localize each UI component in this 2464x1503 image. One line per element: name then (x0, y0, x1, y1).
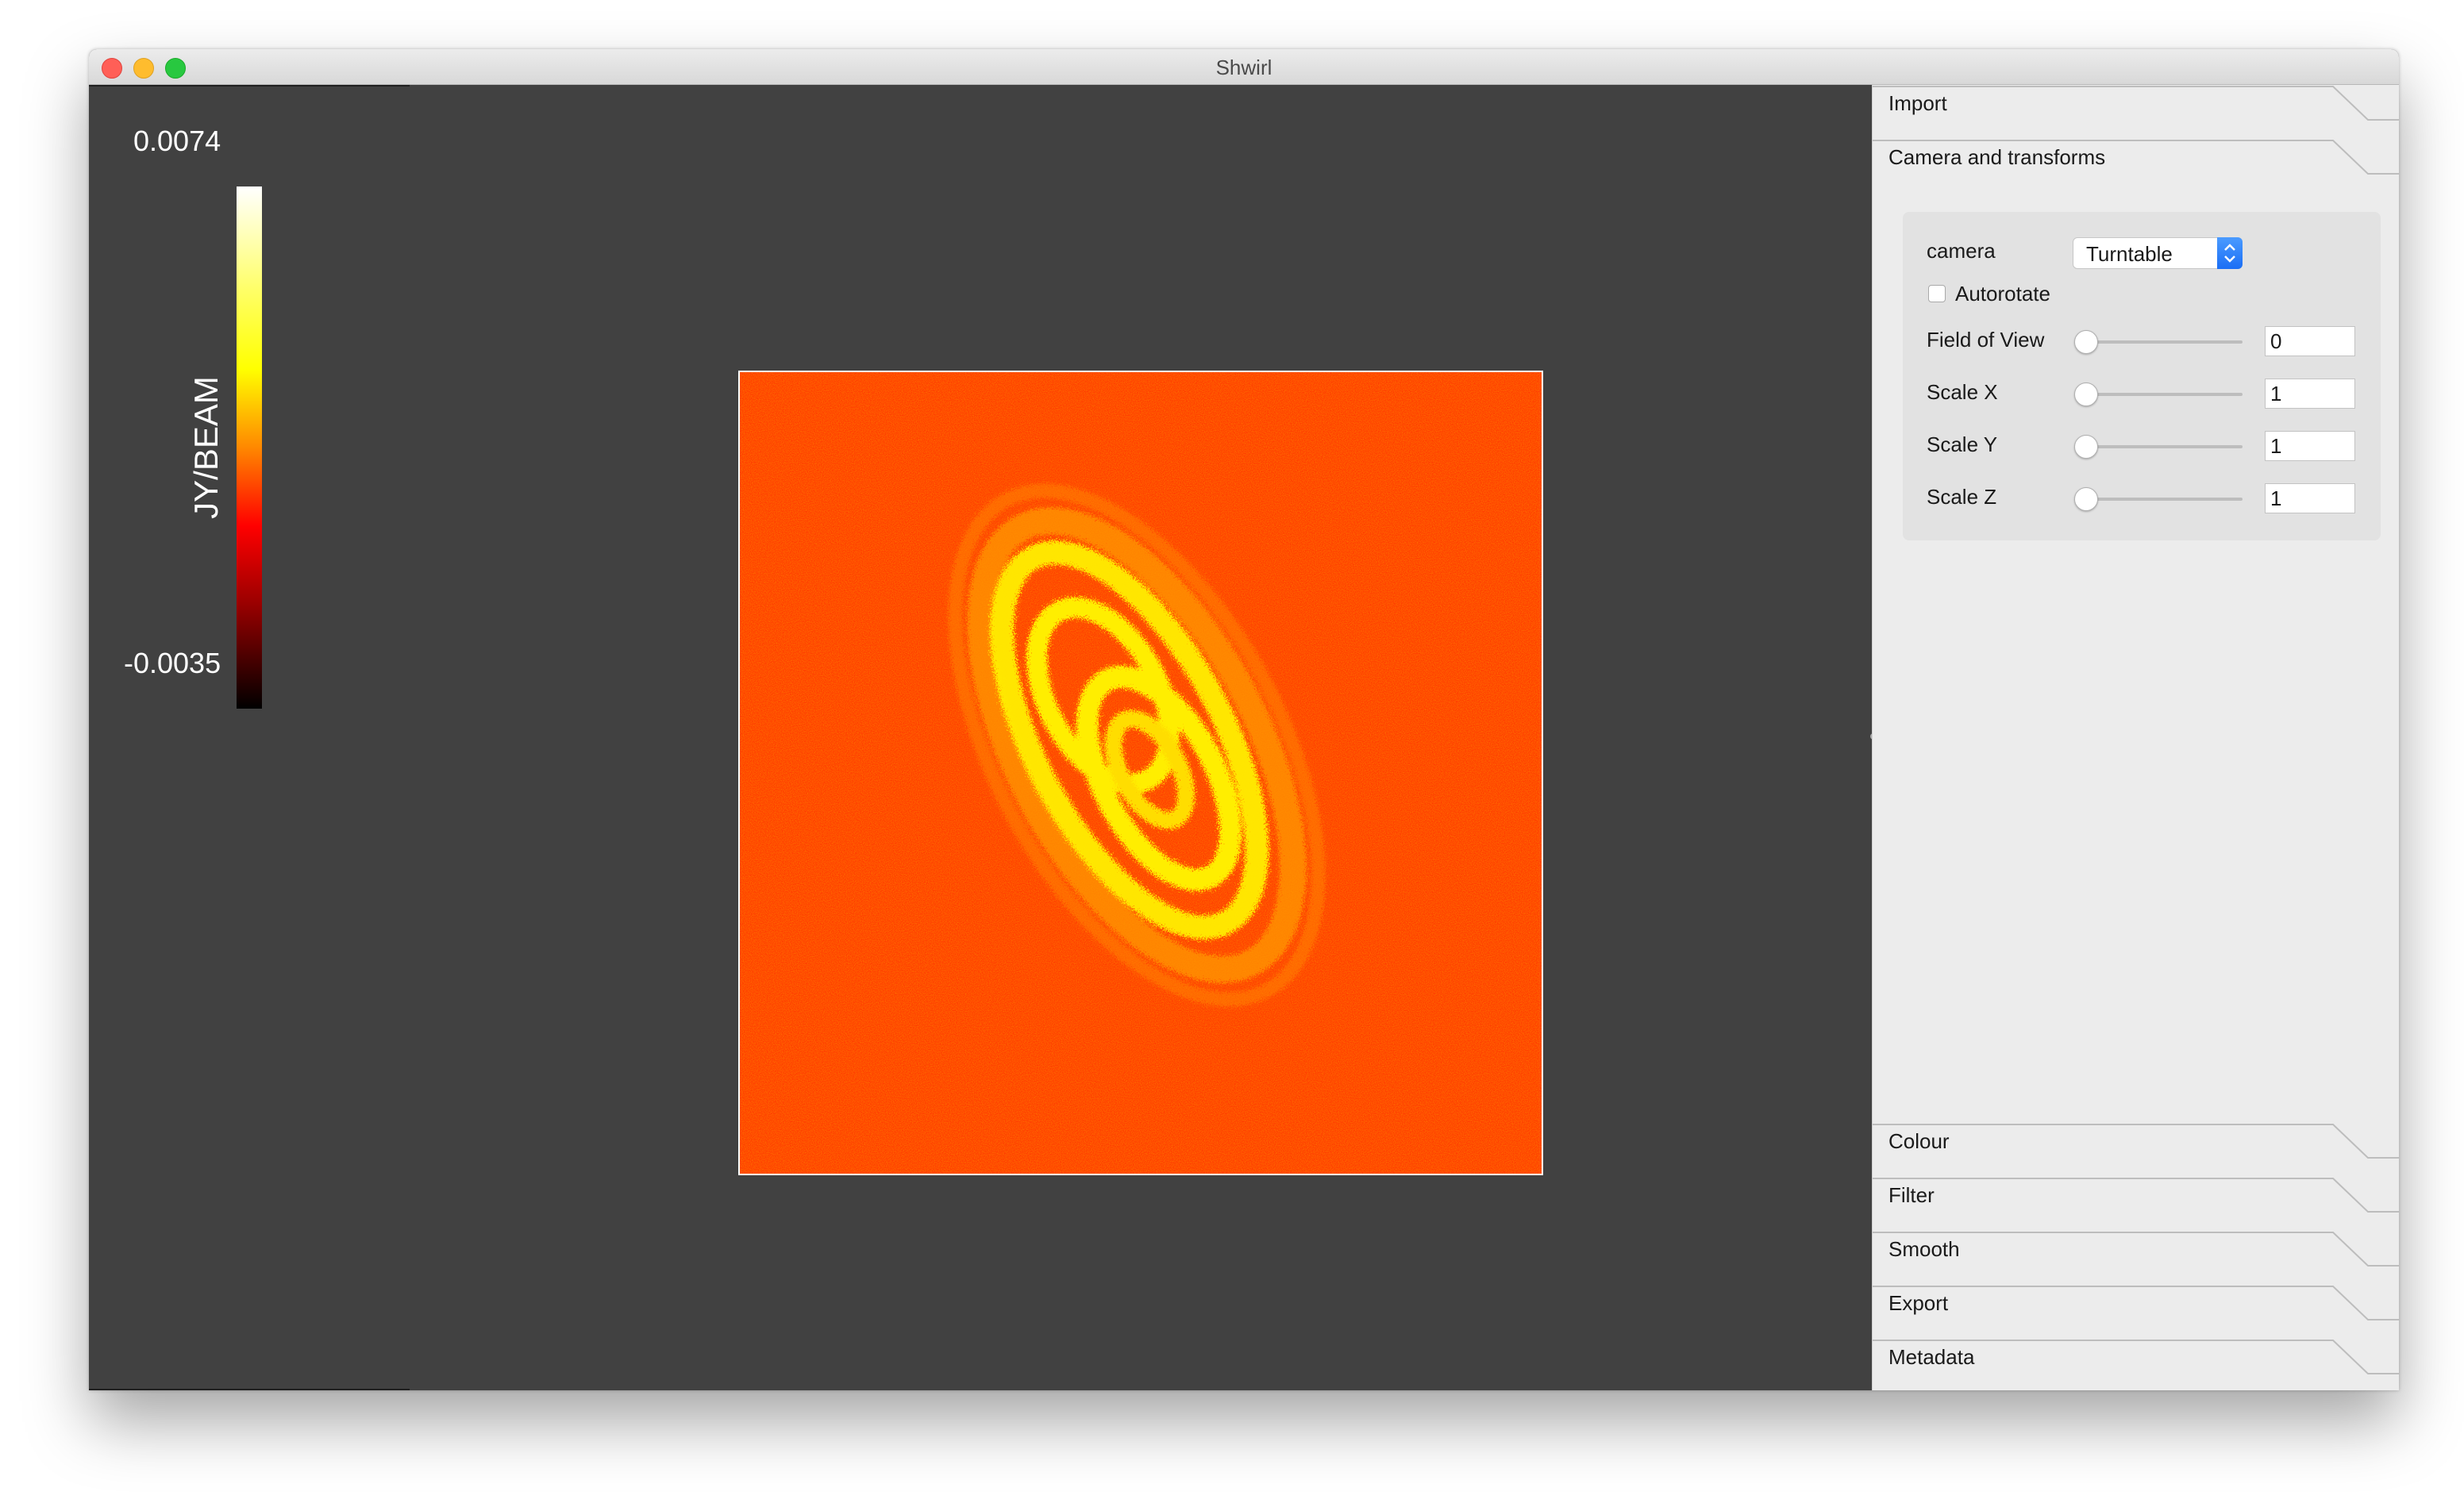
window-title: Shwirl (1215, 56, 1272, 79)
data-cube-render[interactable] (738, 371, 1543, 1175)
galaxy-image (740, 372, 1542, 1174)
title-bar[interactable]: Shwirl (89, 49, 2399, 85)
camera-select[interactable]: Turntable (2073, 237, 2243, 269)
tab-export[interactable]: Export (1873, 1285, 2399, 1339)
scale-z-label: Scale Z (1927, 485, 1997, 509)
scale-x-input[interactable] (2265, 379, 2355, 409)
field-of-view-slider-handle[interactable] (2074, 330, 2098, 354)
scale-z-slider-handle[interactable] (2074, 487, 2098, 511)
camera-label: camera (1927, 239, 1996, 263)
scale-x-slider-handle[interactable] (2074, 382, 2098, 406)
viewer-border (89, 1389, 410, 1390)
tab-camera-and-transforms[interactable]: Camera and transforms (1873, 139, 2399, 193)
tab-metadata[interactable]: Metadata (1873, 1339, 2399, 1390)
field-of-view-slider[interactable] (2077, 340, 2243, 344)
scale-x-slider[interactable] (2077, 393, 2243, 396)
tab-label: Metadata (1888, 1345, 1975, 1369)
tab-divider (1873, 1178, 2399, 1213)
tab-divider (1873, 86, 2399, 121)
tab-smooth[interactable]: Smooth (1873, 1231, 2399, 1285)
colorbar (237, 186, 262, 709)
autorotate-checkbox[interactable] (1928, 285, 1946, 302)
autorotate-label: Autorotate (1955, 282, 2050, 306)
camera-select-value: Turntable (2086, 242, 2173, 266)
tab-divider (1873, 1124, 2399, 1159)
tab-filter[interactable]: Filter (1873, 1177, 2399, 1231)
scale-y-input[interactable] (2265, 431, 2355, 461)
tab-label: Filter (1888, 1183, 1935, 1207)
colorbar-min-label: -0.0035 (124, 647, 221, 679)
tab-label: Smooth (1888, 1237, 1960, 1261)
scale-y-label: Scale Y (1927, 432, 1998, 456)
volume-viewer-canvas[interactable]: 0.0074 JY/BEAM -0.0035 (89, 85, 1872, 1390)
tab-label: Camera and transforms (1888, 145, 2106, 169)
scale-x-label: Scale X (1927, 380, 1998, 404)
tab-import[interactable]: Import (1873, 85, 2399, 139)
scale-z-input[interactable] (2265, 483, 2355, 513)
updown-chevron-icon[interactable] (2217, 237, 2243, 269)
field-of-view-label: Field of View (1927, 328, 2045, 352)
tab-colour[interactable]: Colour (1873, 1123, 2399, 1177)
tab-label: Import (1888, 91, 1947, 115)
camera-settings-panel: camera Turntable Autorotate Field of Vie… (1903, 212, 2381, 540)
scale-y-slider[interactable] (2077, 445, 2243, 448)
colorbar-unit-label: JY/BEAM (187, 376, 225, 519)
viewer-border (89, 85, 410, 86)
tab-divider (1873, 1286, 2399, 1320)
colorbar-max-label: 0.0074 (133, 125, 221, 157)
field-of-view-input[interactable] (2265, 326, 2355, 356)
tab-label: Colour (1888, 1129, 1950, 1153)
settings-sidebar: Import Camera and transforms camera Turn… (1872, 85, 2399, 1390)
tab-label: Export (1888, 1291, 1949, 1315)
app-window: Shwirl 0.0074 JY/BEAM -0.0035 Import Cam… (89, 49, 2399, 1390)
scale-y-slider-handle[interactable] (2074, 435, 2098, 459)
scale-z-slider[interactable] (2077, 498, 2243, 501)
